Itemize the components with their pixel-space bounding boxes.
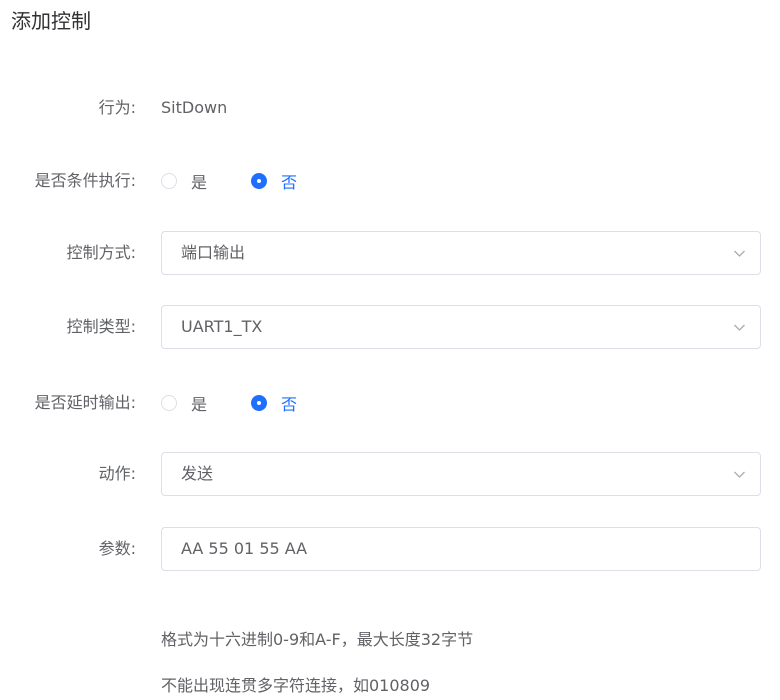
radio-label: 是 bbox=[191, 173, 208, 192]
radio-circle bbox=[161, 173, 177, 189]
page-title: 添加控制 bbox=[11, 9, 91, 33]
conditional-label: 是否条件执行: bbox=[34, 171, 136, 190]
conditional-row: 是否条件执行: 是 否 bbox=[0, 159, 780, 203]
behavior-value: SitDown bbox=[161, 98, 228, 117]
radio-circle-selected bbox=[251, 395, 267, 411]
delayed-output-row: 是否延时输出: 是 否 bbox=[0, 381, 780, 425]
chevron-down-icon bbox=[734, 324, 745, 331]
params-input-value: AA 55 01 55 AA bbox=[181, 539, 308, 558]
behavior-label: 行为: bbox=[98, 98, 136, 117]
params-label: 参数: bbox=[98, 539, 136, 558]
format-hint: 格式为十六进制0-9和A-F，最大长度32字节 bbox=[161, 630, 474, 649]
control-type-selected-value: UART1_TX bbox=[181, 317, 263, 336]
control-mode-selected-value: 端口输出 bbox=[181, 243, 246, 262]
radio-label: 否 bbox=[281, 395, 298, 414]
format-hint: 不能出现连贯多字符连接，如010809 bbox=[161, 676, 431, 695]
delayed-output-radio-no[interactable]: 否 bbox=[251, 381, 297, 425]
radio-circle-selected bbox=[251, 173, 267, 189]
control-type-label: 控制类型: bbox=[66, 317, 136, 336]
behavior-row: 行为: SitDown bbox=[0, 86, 780, 130]
chevron-down-icon bbox=[734, 250, 745, 257]
delayed-output-label: 是否延时输出: bbox=[34, 393, 136, 412]
conditional-radio-no[interactable]: 否 bbox=[251, 159, 297, 203]
action-selected-value: 发送 bbox=[181, 464, 214, 483]
control-mode-label: 控制方式: bbox=[66, 243, 136, 262]
action-select[interactable]: 发送 bbox=[161, 452, 761, 496]
chevron-down-icon bbox=[734, 471, 745, 478]
radio-circle bbox=[161, 395, 177, 411]
control-type-select[interactable]: UART1_TX bbox=[161, 305, 761, 349]
params-row: 参数: AA 55 01 55 AA bbox=[0, 527, 780, 571]
control-mode-row: 控制方式: 端口输出 bbox=[0, 231, 780, 275]
radio-label: 是 bbox=[191, 395, 208, 414]
params-input[interactable]: AA 55 01 55 AA bbox=[161, 527, 761, 571]
radio-label: 否 bbox=[281, 173, 298, 192]
conditional-radio-yes[interactable]: 是 bbox=[161, 159, 207, 203]
control-mode-select[interactable]: 端口输出 bbox=[161, 231, 761, 275]
action-label: 动作: bbox=[98, 464, 136, 483]
action-row: 动作: 发送 bbox=[0, 452, 780, 496]
delayed-output-radio-yes[interactable]: 是 bbox=[161, 381, 207, 425]
control-type-row: 控制类型: UART1_TX bbox=[0, 305, 780, 349]
